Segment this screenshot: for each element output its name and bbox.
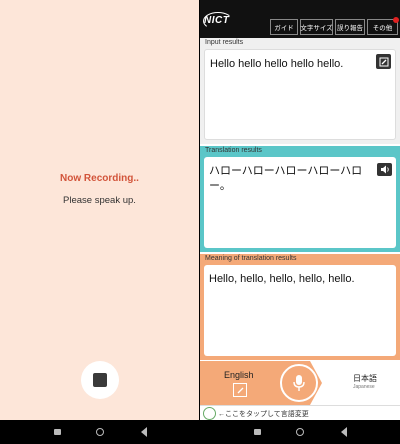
stop-icon xyxy=(93,373,107,387)
home-icon[interactable] xyxy=(296,428,304,436)
translation-results-panel: Translation results ハローハローハローハローハロー。 xyxy=(200,146,400,252)
recording-status: Now Recording.. xyxy=(60,173,139,184)
input-results-text: Hello hello hello hello hello. xyxy=(210,58,344,70)
meaning-results-text: Hello, hello, hello, hello, hello. xyxy=(209,273,355,285)
language-change-hint[interactable]: ←ここをタップして言語変更 xyxy=(200,405,400,420)
microphone-icon xyxy=(293,375,305,391)
input-results-label: Input results xyxy=(205,39,244,46)
guide-button[interactable]: ガイド xyxy=(270,19,298,35)
recording-prompt: Please speak up. xyxy=(63,195,136,206)
meaning-results-label: Meaning of translation results xyxy=(205,255,297,262)
input-results-box: Hello hello hello hello hello. xyxy=(204,49,396,140)
edit-text-button[interactable] xyxy=(233,383,247,397)
translation-results-box: ハローハローハローハローハロー。 xyxy=(204,157,396,248)
translation-results-label: Translation results xyxy=(205,147,262,154)
recording-pane: Now Recording.. Please speak up. xyxy=(0,0,199,420)
speaker-icon xyxy=(380,165,389,174)
notification-dot xyxy=(393,17,399,23)
microphone-button[interactable] xyxy=(280,364,318,402)
hint-text: ←ここをタップして言語変更 xyxy=(218,411,309,418)
meaning-results-panel: Meaning of translation results Hello, he… xyxy=(200,254,400,360)
home-icon[interactable] xyxy=(96,428,104,436)
source-language-label: English xyxy=(224,370,254,380)
app-header: NICT ガイド 文字サイズ 誤り報告 その他 xyxy=(200,0,400,38)
target-language-sublabel: Japanese xyxy=(353,384,375,390)
pencil-icon xyxy=(379,57,388,66)
meaning-results-box: Hello, hello, hello, hello, hello. xyxy=(204,265,396,356)
pencil-icon xyxy=(237,387,243,393)
globe-icon xyxy=(203,407,216,420)
play-audio-button[interactable] xyxy=(377,163,392,176)
text-size-button[interactable]: 文字サイズ xyxy=(300,19,333,35)
translation-results-text: ハローハローハローハローハロー。 xyxy=(209,165,363,192)
language-bar: English 日本語 Japanese xyxy=(200,361,400,405)
recent-apps-icon[interactable] xyxy=(254,429,261,435)
app-logo: NICT xyxy=(204,15,230,26)
stop-recording-button[interactable] xyxy=(81,361,119,399)
edit-input-button[interactable] xyxy=(376,54,391,69)
system-nav-bar xyxy=(0,420,400,444)
back-icon[interactable] xyxy=(141,427,147,437)
input-results-panel: Input results Hello hello hello hello he… xyxy=(200,38,400,144)
back-icon[interactable] xyxy=(341,427,347,437)
target-language-label: 日本語 xyxy=(353,374,377,383)
error-report-button[interactable]: 誤り報告 xyxy=(335,19,365,35)
recent-apps-icon[interactable] xyxy=(54,429,61,435)
translator-pane: NICT ガイド 文字サイズ 誤り報告 その他 Input results He… xyxy=(200,0,400,420)
